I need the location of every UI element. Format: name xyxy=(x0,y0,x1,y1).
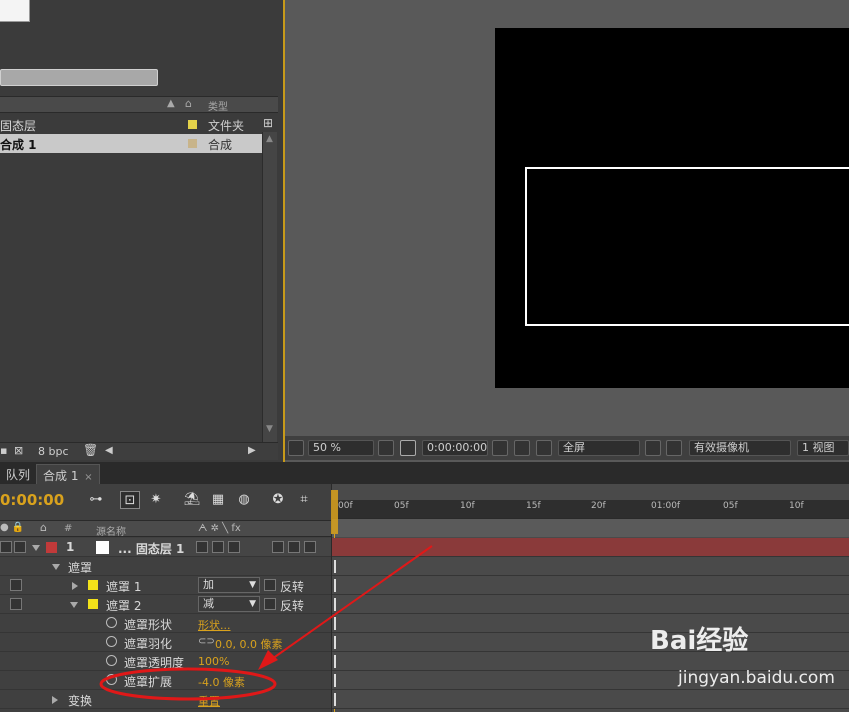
annotation-circle xyxy=(99,667,277,701)
baidu-watermark: Bai经验 xyxy=(650,626,749,656)
annotation-overlay xyxy=(99,545,433,701)
baidu-watermark-url: jingyan.baidu.com xyxy=(678,668,835,688)
annotation-arrow-line xyxy=(261,545,433,667)
annotation-arrow-head xyxy=(258,650,278,670)
